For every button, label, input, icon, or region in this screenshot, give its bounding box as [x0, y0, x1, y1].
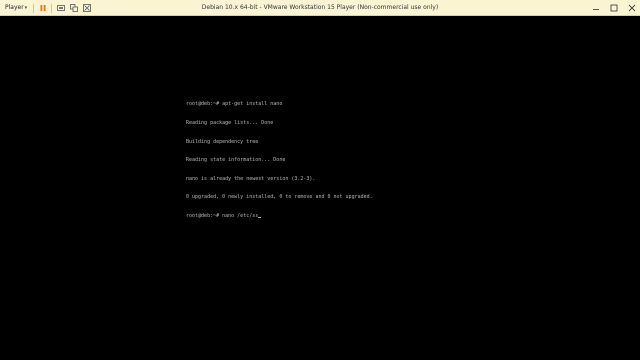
player-toolbar: Player ▾ [3, 2, 91, 14]
pause-icon [40, 5, 46, 11]
fullscreen-icon [82, 4, 91, 12]
toolbar-divider [33, 3, 35, 13]
player-menu[interactable]: Player ▾ [3, 3, 29, 13]
send-ctrl-alt-del-button[interactable] [56, 4, 65, 13]
pause-button[interactable] [38, 4, 47, 13]
terminal-prompt-line: root@deb:~# nano /etc/ss [186, 213, 373, 219]
vm-console-screen[interactable]: root@deb:~# apt-get install nano Reading… [0, 16, 640, 360]
player-menu-label: Player [5, 4, 24, 11]
vmware-player-window: Player ▾ Debian 10.x 64-bit - VMware Wor… [0, 0, 640, 360]
unity-icon [69, 4, 78, 12]
terminal-line: Reading package lists... Done [186, 120, 274, 126]
toolbar-divider [51, 3, 53, 13]
window-title: Debian 10.x 64-bit - VMware Workstation … [201, 4, 439, 11]
terminal-line: Building dependency tree [186, 138, 259, 145]
send-ctrl-alt-del-icon [56, 5, 65, 11]
close-icon [628, 4, 636, 12]
minimize-button[interactable] [591, 3, 601, 13]
maximize-button[interactable] [609, 3, 619, 13]
title-bar: Player ▾ Debian 10.x 64-bit - VMware Wor… [0, 0, 640, 16]
terminal-output: root@deb:~# apt-get install nano Reading… [186, 89, 373, 232]
text-cursor [258, 216, 262, 218]
terminal-line: nano is already the newest version (3.2-… [186, 175, 316, 182]
terminal-line: root@deb:~# apt-get install nano [186, 101, 283, 108]
close-button[interactable] [627, 3, 637, 13]
maximize-icon [610, 4, 618, 12]
minimize-icon [593, 9, 599, 10]
terminal-line: 0 upgraded, 0 newly installed, 0 to remo… [186, 194, 373, 201]
fullscreen-button[interactable] [82, 4, 91, 13]
chevron-down-icon: ▾ [24, 5, 28, 11]
window-controls [591, 2, 637, 14]
terminal-prompt-text: root@deb:~# nano /etc/ss [186, 212, 259, 219]
unity-button[interactable] [69, 4, 78, 13]
terminal-line: Reading state information... Done [186, 157, 286, 164]
